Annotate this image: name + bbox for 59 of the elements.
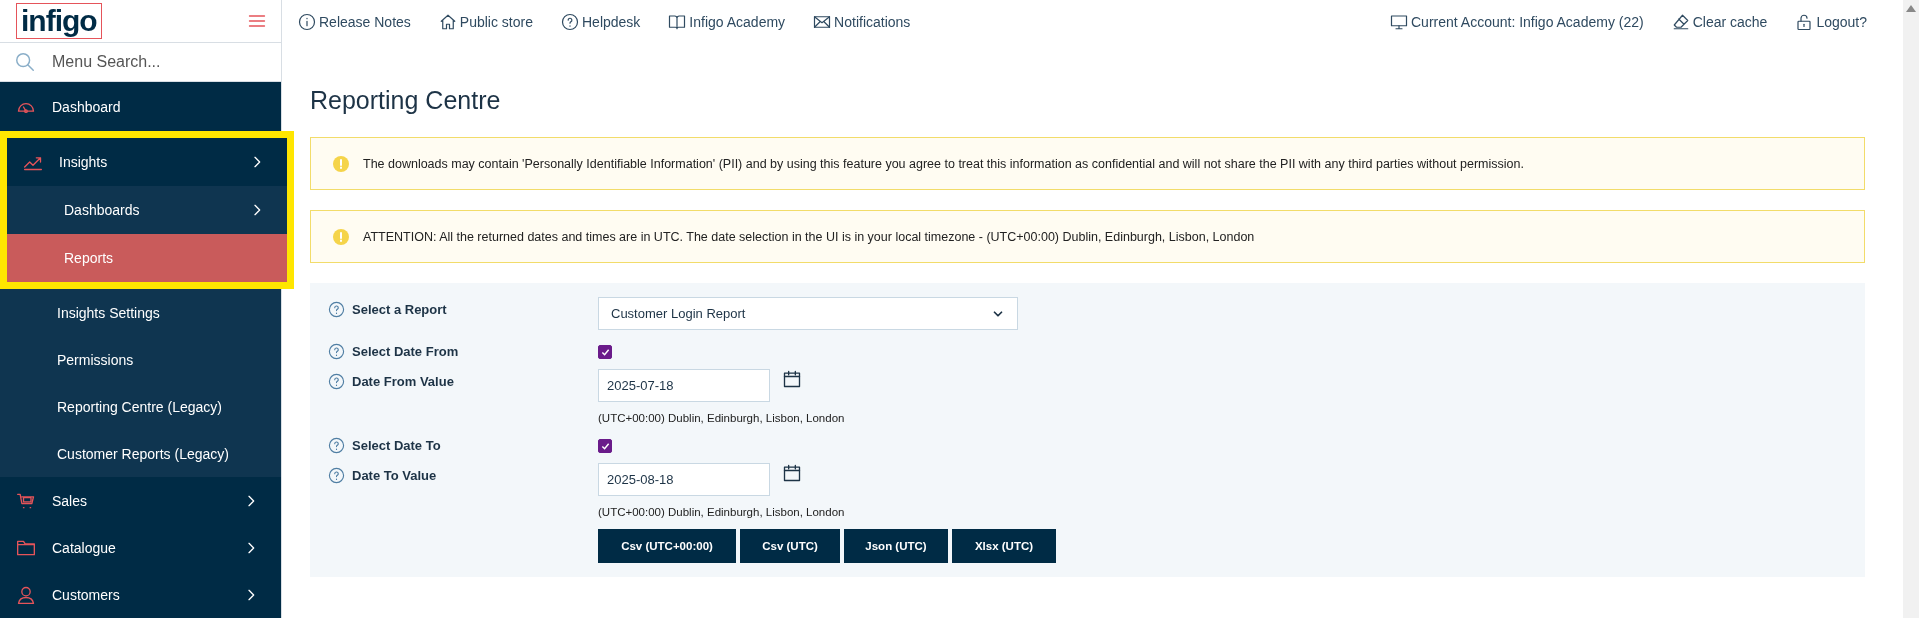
sidebar-item[interactable]: Reporting Centre (Legacy) [0,383,281,430]
search-icon [14,50,36,73]
logo[interactable]: infigo [16,2,102,39]
help-icon [328,342,345,360]
lock-icon [1795,13,1814,31]
report-select[interactable]: Customer Login Report [598,297,1018,330]
export-button[interactable]: Csv (UTC) [740,529,840,563]
calendar-icon[interactable] [782,463,802,483]
eraser-icon [1671,13,1690,31]
timezone-hint: (UTC+00:00) Dublin, Edinburgh, Lisbon, London [598,412,845,424]
alert-text: The downloads may contain 'Personally Identifiable Information' (PII) and by using this feature you agree to treat this information as confidential and will not share the PII with any third parties without permission. [363,156,1524,171]
export-button[interactable]: Xlsx (UTC) [952,529,1056,563]
help-icon [328,436,345,454]
scroll-up-icon[interactable] [1906,5,1916,12]
top-link[interactable]: Notifications [813,13,911,31]
sidebar-item[interactable]: Dashboards [7,186,287,234]
person-icon [16,584,36,605]
field-label: Date From Value [352,373,454,389]
sidebar-item[interactable]: Reports [7,234,287,282]
home-icon [438,13,457,31]
menu-search-input[interactable]: Menu Search... [50,51,267,72]
account-link[interactable]: Clear cache [1671,13,1768,31]
menu-search-field[interactable]: Menu Search... [0,42,281,82]
top-link[interactable]: Helpdesk [561,13,641,31]
date-field[interactable]: 2025-07-18 [598,369,770,402]
account-link[interactable]: Current Account: Infigo Academy (22) [1390,13,1644,31]
help-icon [328,372,345,390]
calendar-icon[interactable] [782,369,802,389]
field-label: Select a Report [352,301,447,317]
account-link[interactable]: Logout? [1795,13,1867,31]
warning-icon [333,155,349,172]
page-title: Reporting Centre [310,86,502,115]
checkbox[interactable] [598,439,612,453]
alert-text: ATTENTION: All the returned dates and times are in UTC. The date selection in the UI is in your local timezone - (UTC+00:00) Dublin, Edinburgh, Lisbon, London [363,229,1255,244]
check-icon [600,347,610,357]
checkbox[interactable] [598,345,612,359]
top-link[interactable]: Release Notes [298,13,411,31]
timezone-hint: (UTC+00:00) Dublin, Edinburgh, Lisbon, London [598,506,845,518]
date-field[interactable]: 2025-08-18 [598,463,770,496]
sidebar-item[interactable]: Customer Reports (Legacy) [0,430,281,477]
scrollbar[interactable] [1903,0,1919,618]
export-button[interactable]: Csv (UTC+00:00) [598,529,736,563]
field-label: Select Date To [352,437,441,453]
warning-icon [333,228,349,245]
book-icon [668,13,687,31]
sidebar-item[interactable]: Permissions [0,336,281,383]
field-label: Select Date From [352,343,459,359]
mail-icon [813,13,832,31]
field-label: Date To Value [352,467,437,483]
help-icon [561,13,579,31]
export-button[interactable]: Json (UTC) [844,529,948,563]
help-icon [328,300,345,318]
check-icon [600,441,610,451]
info-icon [298,13,316,31]
top-link[interactable]: Public store [438,13,533,31]
top-link[interactable]: Infigo Academy [668,13,786,31]
monitor-icon [1390,13,1408,31]
sidebar-item[interactable]: Insights Settings [0,289,281,336]
help-icon [328,466,345,484]
